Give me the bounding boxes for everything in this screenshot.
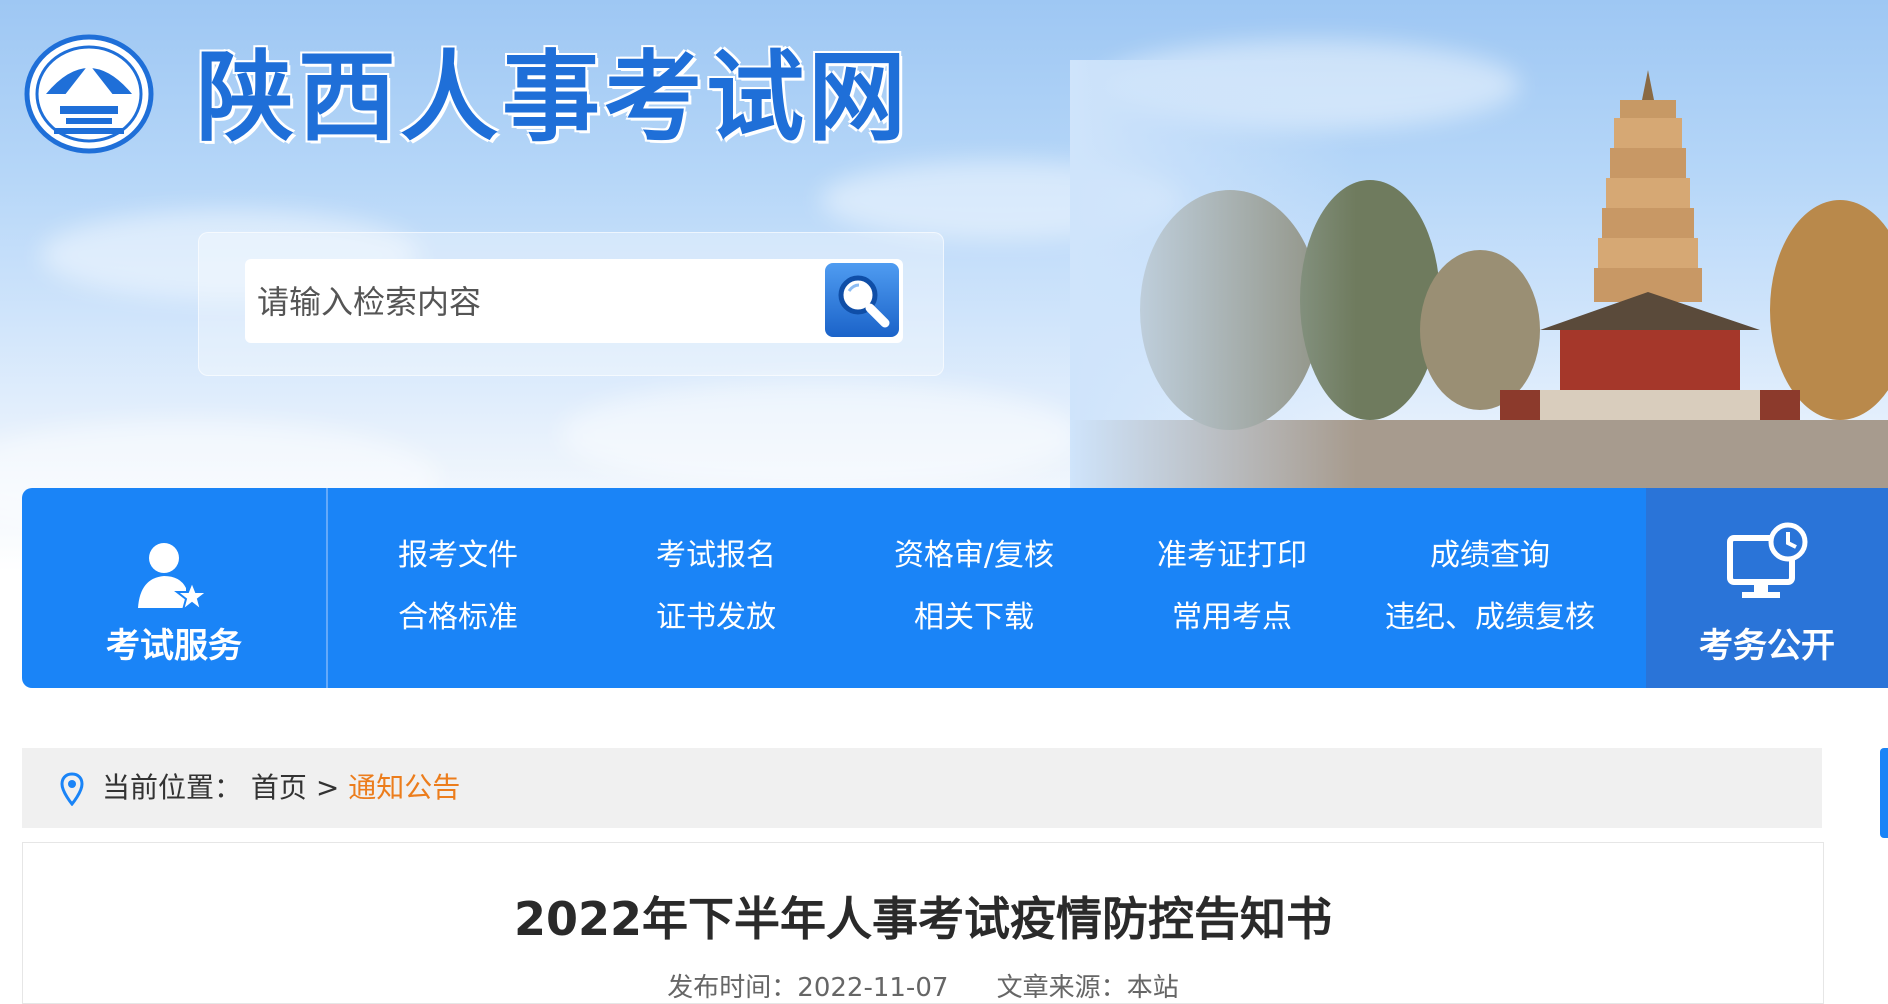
nav-link-admission-ticket[interactable]: 准考证打印 (1102, 536, 1362, 576)
pagoda-illustration (1070, 60, 1888, 490)
exam-affairs-menu[interactable]: 考务公开 (1646, 488, 1888, 688)
source-label: 文章来源： (996, 973, 1127, 1003)
exam-service-label: 考试服务 (106, 626, 242, 666)
search-box (245, 259, 903, 345)
article-meta: 发布时间：2022-11-07 文章来源：本站 (23, 967, 1823, 1004)
breadcrumb-current[interactable]: 通知公告 (348, 771, 460, 804)
header-banner: 陕西人事考试网 (0, 0, 1888, 572)
nav-link-exam-sites[interactable]: 常用考点 (1102, 598, 1362, 638)
location-pin-icon (60, 772, 84, 806)
nav-link-score-query[interactable]: 成绩查询 (1360, 536, 1620, 576)
user-star-icon (138, 543, 210, 613)
search-input[interactable] (255, 259, 819, 345)
breadcrumb-home-link[interactable]: 首页 (251, 771, 307, 804)
nav-link-downloads[interactable]: 相关下载 (844, 598, 1104, 638)
publish-label: 发布时间： (667, 973, 798, 1003)
publish-info: 发布时间：2022-11-07 (667, 973, 948, 1003)
source-value: 本站 (1126, 973, 1179, 1003)
breadcrumb: 当前位置： 首页 > 通知公告 (22, 748, 1822, 828)
main-nav: 考试服务 报考文件 考试报名 资格审/复核 准考证打印 成绩查询 合格标准 证书… (22, 488, 1888, 688)
nav-link-registration-documents[interactable]: 报考文件 (328, 536, 588, 576)
side-float-tab[interactable] (1880, 748, 1888, 838)
site-title: 陕西人事考试网 (196, 41, 911, 155)
breadcrumb-prefix: 当前位置： (102, 771, 243, 804)
search-button[interactable] (825, 263, 899, 337)
search-icon (838, 275, 890, 328)
nav-links: 报考文件 考试报名 资格审/复核 准考证打印 成绩查询 合格标准 证书发放 相关… (328, 488, 1646, 688)
publish-date: 2022-11-07 (797, 973, 949, 1003)
breadcrumb-text: 当前位置： 首页 > 通知公告 (102, 748, 460, 828)
breadcrumb-separator: > (315, 771, 340, 804)
nav-link-violation-review[interactable]: 违纪、成绩复核 (1360, 598, 1620, 638)
search-panel (198, 232, 944, 376)
nav-link-qualification-review[interactable]: 资格审/复核 (844, 536, 1104, 576)
site-logo[interactable] (24, 34, 154, 154)
source-info: 文章来源：本站 (997, 973, 1179, 1003)
article: 2022年下半年人事考试疫情防控告知书 发布时间：2022-11-07 文章来源… (22, 842, 1824, 1004)
article-title: 2022年下半年人事考试疫情防控告知书 (513, 892, 1333, 946)
nav-link-exam-registration[interactable]: 考试报名 (586, 536, 846, 576)
exam-affairs-label: 考务公开 (1699, 626, 1835, 666)
monitor-clock-icon (1727, 522, 1808, 598)
nav-link-certificate-issuance[interactable]: 证书发放 (586, 598, 846, 638)
nav-link-passing-standard[interactable]: 合格标准 (328, 598, 588, 638)
exam-service-menu[interactable]: 考试服务 (22, 488, 328, 688)
